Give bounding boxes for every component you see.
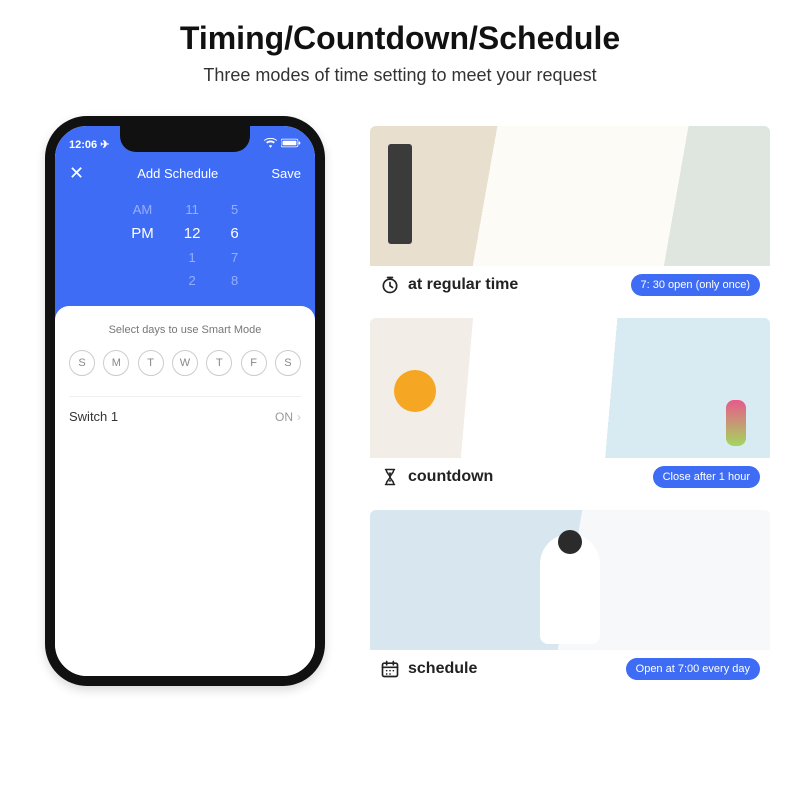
ampm-selected: PM: [131, 225, 154, 242]
days-row: S M T W T F S: [69, 350, 301, 376]
page-title: Timing/Countdown/Schedule: [30, 20, 770, 57]
hour-selected: 12: [184, 225, 201, 242]
hour-prev: 11: [185, 202, 199, 217]
hour-next2: 2: [188, 273, 195, 288]
day-mon[interactable]: M: [103, 350, 129, 376]
card-badge: Close after 1 hour: [653, 466, 760, 488]
wifi-icon: [264, 138, 277, 151]
day-fri[interactable]: F: [241, 350, 267, 376]
card-regular-time: at regular time 7: 30 open (only once): [370, 126, 770, 304]
status-time: 12:06 ✈: [69, 138, 109, 151]
card-schedule: schedule Open at 7:00 every day: [370, 510, 770, 688]
card-photo: [370, 126, 770, 266]
clock-icon: [380, 275, 400, 295]
min-next1: 7: [231, 250, 238, 265]
time-picker[interactable]: AM PM 11 12 1 2: [55, 196, 315, 322]
ampm-prev: AM: [133, 202, 153, 217]
min-prev: 5: [231, 202, 238, 217]
day-thu[interactable]: T: [206, 350, 232, 376]
day-sat[interactable]: S: [275, 350, 301, 376]
signal-icon: [252, 136, 260, 152]
card-label: at regular time: [408, 276, 518, 294]
hourglass-icon: [380, 467, 400, 487]
card-label: schedule: [408, 660, 477, 678]
min-selected: 6: [230, 225, 238, 242]
phone-frame: 12:06 ✈: [45, 116, 325, 686]
nav-title: Add Schedule: [137, 166, 218, 181]
day-sun[interactable]: S: [69, 350, 95, 376]
card-photo: [370, 318, 770, 458]
hour-next1: 1: [188, 250, 195, 265]
card-photo: [370, 510, 770, 650]
page-subtitle: Three modes of time setting to meet your…: [30, 65, 770, 86]
chevron-right-icon: ›: [297, 410, 301, 424]
switch-value: ON: [275, 410, 293, 424]
phone-notch: [120, 126, 250, 152]
sheet-title: Select days to use Smart Mode: [69, 324, 301, 336]
switch-row[interactable]: Switch 1 ON ›: [69, 396, 301, 436]
card-badge: Open at 7:00 every day: [626, 658, 760, 680]
battery-icon: [281, 138, 301, 151]
close-icon[interactable]: ✕: [69, 164, 84, 182]
day-tue[interactable]: T: [138, 350, 164, 376]
calendar-icon: [380, 659, 400, 679]
save-button[interactable]: Save: [271, 166, 301, 181]
status-icons: [252, 136, 301, 152]
card-countdown: countdown Close after 1 hour: [370, 318, 770, 496]
card-label: countdown: [408, 468, 493, 486]
day-wed[interactable]: W: [172, 350, 198, 376]
min-next2: 8: [231, 273, 238, 288]
card-badge: 7: 30 open (only once): [631, 274, 760, 296]
switch-label: Switch 1: [69, 409, 118, 424]
